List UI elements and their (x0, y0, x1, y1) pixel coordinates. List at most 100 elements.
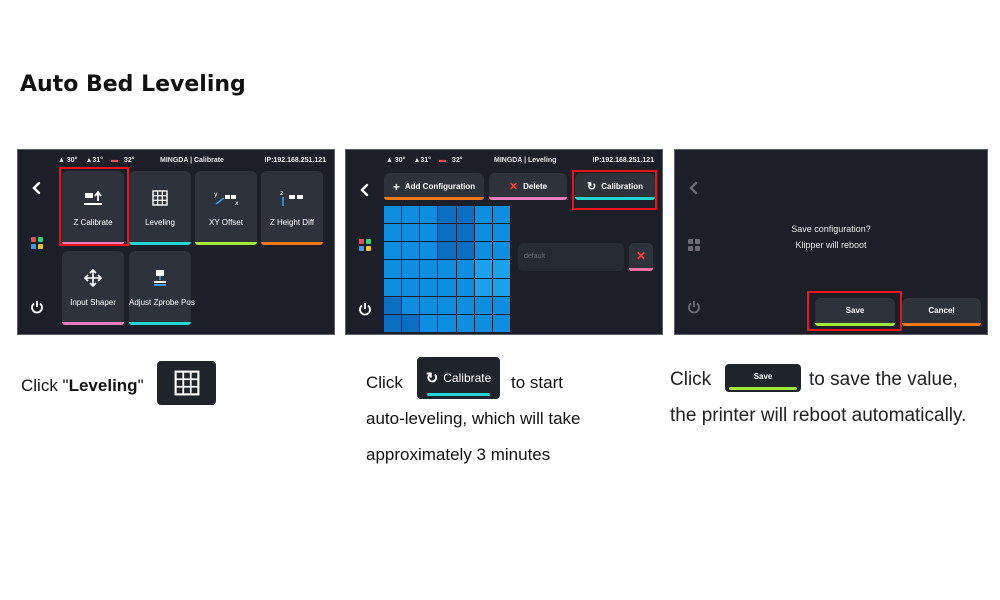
mesh-cell (438, 296, 456, 314)
back-icon[interactable] (29, 180, 45, 196)
svg-text:x: x (235, 200, 239, 206)
mesh-cell (420, 296, 438, 314)
mesh-cell (474, 260, 492, 278)
tile-leveling[interactable]: Leveling (129, 171, 191, 245)
tile-bar (261, 242, 323, 245)
mesh-cell (474, 296, 492, 314)
screen-title: MINGDA | Calibrate (160, 157, 224, 164)
instruction-step3-rest: to save the value, (809, 369, 958, 390)
mesh-cell (492, 242, 510, 260)
tile-input-shaper[interactable]: Input Shaper (62, 251, 124, 325)
apps-icon[interactable] (29, 236, 45, 252)
mesh-cell (384, 314, 402, 332)
xy-offset-icon: yx (195, 189, 257, 207)
tile-xy-offset[interactable]: yx XY Offset (195, 171, 257, 245)
power-icon[interactable] (357, 302, 373, 318)
cancel-button[interactable]: Cancel (902, 298, 981, 326)
mesh-cell (420, 260, 438, 278)
save-dialog-screen: Save configuration? Klipper will reboot … (674, 149, 988, 335)
plus-icon: + (392, 179, 400, 194)
instruction-step2-click: Click (366, 373, 403, 392)
instruction-step1: Click "Leveling" (21, 376, 144, 395)
mesh-cell (402, 314, 420, 332)
mesh-cell (438, 260, 456, 278)
mesh-cell (402, 206, 420, 224)
tile-bar (62, 322, 124, 325)
mesh-cell (384, 278, 402, 296)
mesh-cell (456, 296, 474, 314)
mesh-cell (384, 296, 402, 314)
grid-icon (174, 370, 199, 396)
tile-bar (129, 242, 191, 245)
mesh-cell (474, 314, 492, 332)
mesh-cell (456, 314, 474, 332)
z-height-icon: z (261, 189, 323, 207)
tile-bar (129, 322, 191, 325)
delete-button[interactable]: ✕ Delete (489, 173, 567, 200)
mesh-cell (492, 224, 510, 242)
extruder2-temp: ▲31° (85, 157, 103, 164)
bed-temp: ▬ (111, 157, 118, 164)
bed-temp: ▬ (439, 157, 446, 164)
zprobe-icon (129, 269, 191, 287)
instruction-step2-line2: auto-leveling, which will take (366, 409, 581, 428)
mesh-cell (420, 242, 438, 260)
mesh-cell (384, 224, 402, 242)
grid-icon (129, 189, 191, 207)
mesh-cell (420, 278, 438, 296)
instruction-step3-line2: the printer will reboot automatically. (670, 405, 967, 426)
instruction-step2-rest: to start (511, 373, 563, 392)
inline-save-button: Save (725, 364, 801, 392)
mesh-cell (456, 206, 474, 224)
mesh-cell (456, 278, 474, 296)
sidebar (346, 150, 384, 334)
tile-bar (195, 242, 257, 245)
ip-address: IP:192.168.251.121 (592, 157, 655, 164)
mesh-cell (492, 278, 510, 296)
back-icon[interactable] (357, 182, 373, 198)
tile-adjust-zprobe-pos[interactable]: Adjust Zprobe Pos (129, 251, 195, 325)
mesh-cell (492, 260, 510, 278)
calibrate-screen: ▲ 30° ▲31° ▬ 32° MINGDA | Calibrate IP:192… (17, 149, 335, 335)
status-bar: ▲ 30° ▲31° ▬ 32° MINGDA | Leveling IP:192.… (386, 157, 655, 164)
mesh-cell (402, 224, 420, 242)
mesh-cell (402, 260, 420, 278)
mesh-cell (384, 242, 402, 260)
extruder2-temp: ▲31° (413, 157, 431, 164)
apps-icon[interactable] (357, 238, 373, 254)
mesh-cell (456, 224, 474, 242)
mesh-cell (474, 242, 492, 260)
mesh-cell (474, 206, 492, 224)
tile-z-height-diff[interactable]: z Z Height Diff (261, 171, 323, 245)
sidebar (18, 150, 56, 334)
mesh-cell (438, 224, 456, 242)
mesh-cell (474, 278, 492, 296)
ip-address: IP:192.168.251.121 (264, 157, 327, 164)
add-configuration-button[interactable]: + Add Configuration (384, 173, 484, 200)
highlight-box (572, 170, 657, 210)
power-icon[interactable] (29, 300, 45, 316)
delete-profile-button[interactable]: ✕ (629, 243, 653, 271)
mesh-cell (438, 314, 456, 332)
mesh-cell (420, 314, 438, 332)
mesh-cell (438, 278, 456, 296)
mesh-cell (402, 296, 420, 314)
leveling-screen: ▲ 30° ▲31° ▬ 32° MINGDA | Leveling IP:192.… (345, 149, 663, 335)
svg-text:y: y (214, 191, 218, 198)
svg-text:z: z (280, 190, 283, 197)
highlight-box (807, 291, 902, 331)
dialog-message-line2: Klipper will reboot (795, 240, 867, 250)
close-icon: ✕ (508, 181, 519, 193)
mesh-cell (438, 242, 456, 260)
instruction-step3-click: Click (670, 369, 712, 390)
profile-row[interactable]: default (518, 243, 624, 271)
mesh-cell (402, 242, 420, 260)
screen-title: MINGDA | Leveling (494, 157, 557, 164)
back-icon (686, 180, 702, 196)
extruder-temp: ▲ 30° (58, 157, 78, 164)
refresh-icon: ↻ (425, 370, 439, 387)
mesh-cell (456, 242, 474, 260)
close-icon: ✕ (635, 249, 647, 263)
mesh-cell (492, 206, 510, 224)
inline-leveling-button (157, 361, 216, 405)
